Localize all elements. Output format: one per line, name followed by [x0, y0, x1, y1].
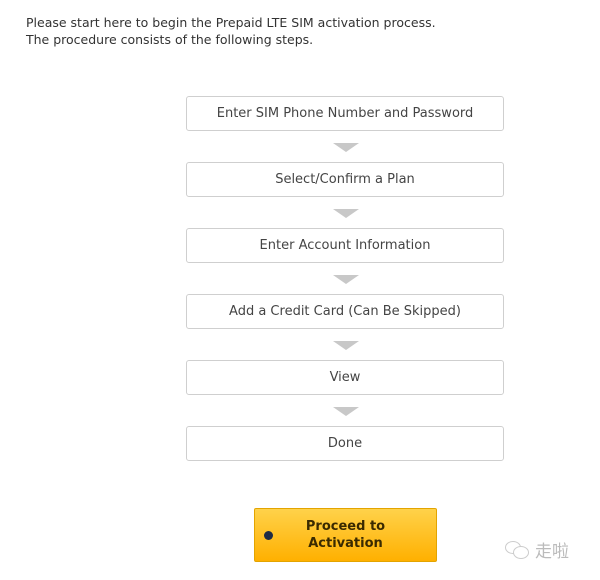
arrow-down-icon	[333, 143, 359, 152]
watermark: 走啦	[505, 537, 569, 562]
watermark-text: 走啦	[535, 542, 569, 562]
intro-line-2: The procedure consists of the following …	[26, 32, 314, 47]
proceed-to-activation-button[interactable]: Proceed to Activation	[254, 508, 437, 562]
arrow-down-icon	[333, 341, 359, 350]
step-2: Select/Confirm a Plan	[186, 162, 504, 197]
step-4: Add a Credit Card (Can Be Skipped)	[186, 294, 504, 329]
step-6: Done	[186, 426, 504, 461]
step-1: Enter SIM Phone Number and Password	[186, 96, 504, 131]
arrow-down-icon	[333, 209, 359, 218]
wechat-icon	[505, 540, 529, 559]
step-5: View	[186, 360, 504, 395]
arrow-down-icon	[333, 407, 359, 416]
step-3: Enter Account Information	[186, 228, 504, 263]
intro-text: Please start here to begin the Prepaid L…	[26, 14, 436, 48]
proceed-button-label: Proceed to Activation	[305, 519, 386, 551]
intro-line-1: Please start here to begin the Prepaid L…	[26, 15, 436, 30]
arrow-down-icon	[333, 275, 359, 284]
circle-arrow-icon	[264, 531, 273, 540]
